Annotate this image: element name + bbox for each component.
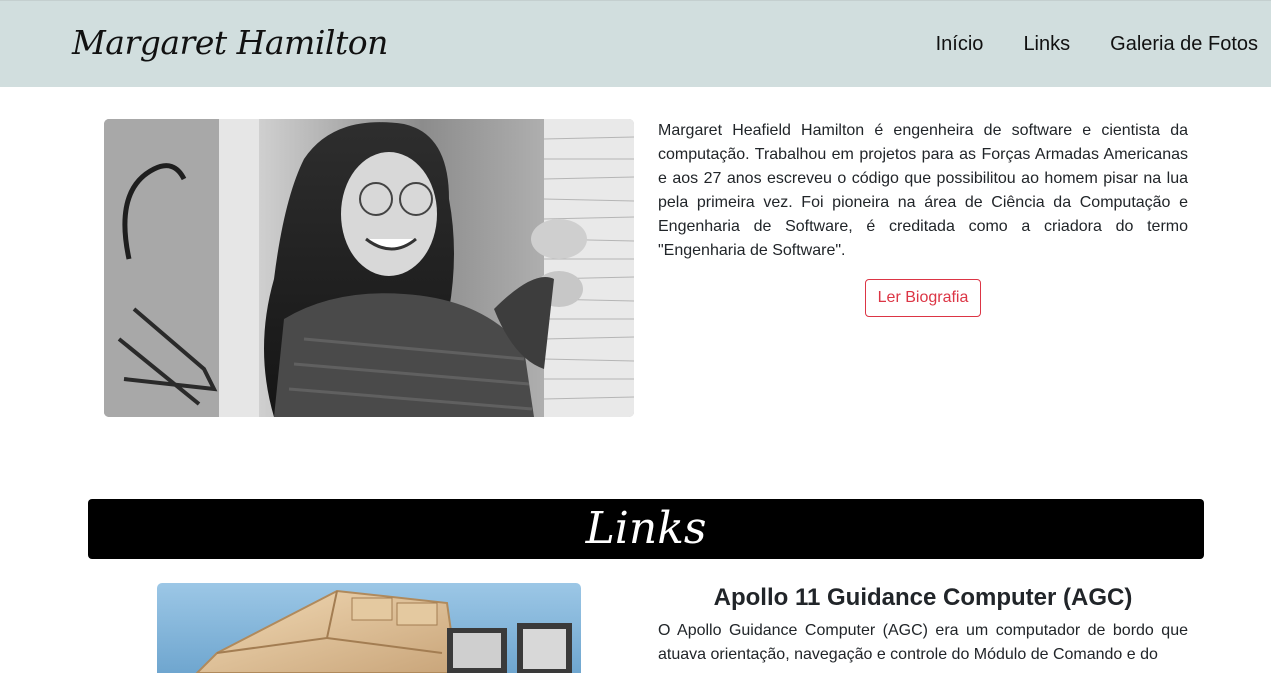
brand-logo[interactable]: Margaret Hamilton xyxy=(72,23,388,62)
nav-link-links[interactable]: Links xyxy=(1023,33,1070,56)
links-section-header: Links xyxy=(88,499,1204,559)
links-section-title: Links xyxy=(585,503,707,554)
read-biography-button[interactable]: Ler Biografia xyxy=(865,279,981,317)
bio-paragraph: Margaret Heafield Hamilton é engenheira … xyxy=(658,122,1188,259)
nav-link-inicio[interactable]: Início xyxy=(936,33,984,56)
nav-link-galeria[interactable]: Galeria de Fotos xyxy=(1110,33,1258,56)
agc-card-text: O Apollo Guidance Computer (AGC) era um … xyxy=(658,622,1188,663)
portrait-photo xyxy=(104,119,634,417)
navbar: Margaret Hamilton Início Links Galeria d… xyxy=(0,0,1271,87)
nav-links: Início Links Galeria de Fotos xyxy=(936,33,1258,56)
agc-card-title[interactable]: Apollo 11 Guidance Computer (AGC) xyxy=(658,582,1188,614)
apollo-guidance-computer-photo[interactable] xyxy=(157,583,581,673)
